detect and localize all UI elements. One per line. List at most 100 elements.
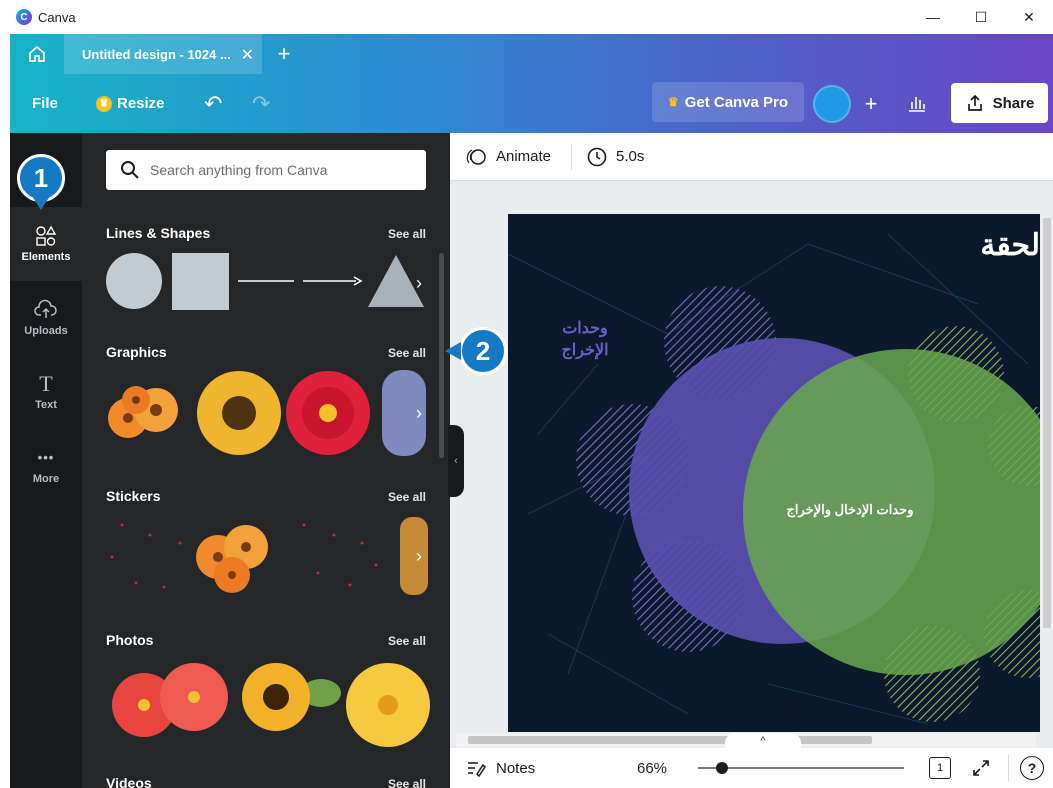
side-label: وحدات الإخراج	[552, 318, 618, 362]
divider	[571, 143, 573, 170]
close-window-button[interactable]: ✕	[1005, 0, 1053, 34]
search-icon	[121, 161, 139, 179]
context-toolbar: Animate 5.0s	[450, 133, 1053, 181]
section-title-graphics: Graphics	[106, 344, 167, 360]
share-label: Share	[992, 94, 1035, 112]
photos-row[interactable]	[106, 657, 436, 749]
see-all-videos[interactable]: See all	[388, 777, 426, 788]
tab-close-icon[interactable]: ✕	[241, 45, 254, 65]
show-pages-button[interactable]: ^	[725, 733, 801, 749]
animate-button[interactable]: Animate	[466, 146, 551, 168]
center-label: وحدات الإدخال والإخراج	[786, 502, 914, 517]
duration-button[interactable]: 5.0s	[586, 146, 644, 168]
cloud-upload-icon	[34, 299, 57, 318]
scroll-right-icon[interactable]: ›	[416, 546, 422, 567]
callout-1-pointer	[32, 196, 50, 210]
orange-flowers-sticker	[196, 525, 268, 593]
scroll-right-icon[interactable]: ›	[416, 403, 422, 424]
design-heading: لحقة	[980, 229, 1040, 262]
callout-number: 2	[475, 335, 491, 366]
section-title-lines-shapes: Lines & Shapes	[106, 225, 211, 241]
rail-item-uploads[interactable]: Uploads	[10, 281, 82, 355]
side-rail: Elements Uploads T Text ••• More	[10, 133, 82, 788]
zoom-slider-track[interactable]	[698, 767, 904, 769]
file-menu-button[interactable]: File	[32, 74, 58, 133]
rail-label: Text	[35, 399, 57, 411]
duration-label: 5.0s	[616, 148, 645, 165]
maximize-button[interactable]: ☐	[957, 0, 1005, 34]
wood-sticker	[400, 517, 428, 595]
share-icon	[967, 94, 982, 111]
rail-label: Uploads	[24, 325, 68, 337]
window-controls: — ☐ ✕	[909, 0, 1053, 34]
tab-untitled-design[interactable]: Untitled design - 1024 ... ✕	[64, 34, 262, 74]
canvas-vertical-scrollbar[interactable]	[1043, 218, 1051, 628]
orange-flowers-graphic	[108, 386, 178, 438]
new-tab-button[interactable]: +	[262, 34, 306, 74]
red-hibiscus-photo	[112, 663, 228, 737]
minimize-button[interactable]: —	[909, 0, 957, 34]
toolbar: File ♛ Resize ↶ ↷ ♛ Get Canva Pro + Shar…	[10, 74, 1053, 133]
help-button[interactable]: ?	[1020, 756, 1044, 780]
editor-header: Untitled design - 1024 ... ✕ + File ♛ Re…	[10, 34, 1053, 133]
callout-2-pointer	[445, 342, 461, 360]
see-all-stickers[interactable]: See all	[388, 490, 426, 504]
collapse-panel-button[interactable]: ‹	[448, 425, 464, 497]
crown-icon: ♛	[96, 95, 112, 112]
see-all-photos[interactable]: See all	[388, 634, 426, 648]
resize-button[interactable]: ♛ Resize	[96, 74, 165, 133]
circle-shape	[106, 253, 162, 309]
search-placeholder: Search anything from Canva	[150, 162, 328, 178]
title-bar: C Canva — ☐ ✕	[0, 0, 1053, 34]
tab-row: Untitled design - 1024 ... ✕ +	[10, 34, 1053, 74]
rail-label: Elements	[21, 251, 71, 263]
yellow-flower-photo	[346, 663, 430, 747]
zoom-slider-handle[interactable]	[716, 762, 728, 774]
see-all-graphics[interactable]: See all	[388, 346, 426, 360]
page-count-button[interactable]: 1	[929, 757, 951, 779]
bar-chart-icon	[909, 97, 925, 112]
see-all-lines-shapes[interactable]: See all	[388, 227, 426, 241]
redo-button[interactable]: ↷	[252, 74, 270, 133]
rail-item-elements[interactable]: Elements	[10, 207, 82, 281]
rail-item-more[interactable]: ••• More	[10, 429, 82, 503]
home-button[interactable]	[10, 34, 64, 74]
home-icon	[29, 45, 45, 62]
rail-item-text[interactable]: T Text	[10, 355, 82, 429]
stickers-row[interactable]	[106, 517, 436, 597]
design-canvas[interactable]: لحقة وحدات الإخراج وحدات الإدخال والإخرا…	[508, 214, 1040, 732]
insights-button[interactable]	[900, 84, 934, 122]
resize-label: Resize	[117, 95, 165, 112]
square-shape	[172, 253, 229, 310]
shapes-icon	[36, 225, 57, 246]
animate-label: Animate	[496, 148, 552, 165]
more-icon: •••	[37, 450, 55, 465]
window-title: Canva	[38, 9, 76, 25]
callout-1: 1	[17, 154, 65, 202]
crown-icon: ♛	[667, 95, 679, 109]
search-input[interactable]: Search anything from Canva	[106, 150, 426, 190]
side-label-line2: الإخراج	[561, 342, 609, 359]
editor-footer: Notes 66% 1 ?	[450, 748, 1053, 788]
horizontal-scroll-thumb[interactable]	[468, 736, 872, 744]
avatar[interactable]	[813, 85, 851, 123]
animate-icon	[466, 148, 486, 165]
add-collaborator-button[interactable]: +	[856, 87, 886, 121]
callout-number: 1	[33, 162, 49, 193]
notes-button[interactable]: Notes	[466, 759, 535, 777]
shapes-row[interactable]	[106, 251, 436, 313]
undo-button[interactable]: ↶	[204, 74, 222, 133]
scroll-right-icon[interactable]: ›	[416, 273, 422, 294]
notes-label: Notes	[496, 759, 536, 777]
section-title-stickers: Stickers	[106, 488, 161, 504]
panel-scrollbar[interactable]	[439, 253, 444, 458]
get-canva-pro-button[interactable]: ♛ Get Canva Pro	[652, 82, 804, 122]
fullscreen-icon[interactable]	[971, 758, 991, 778]
canvas-area: Animate 5.0s لحقة وحدات الإخراج وحدات ال…	[450, 133, 1053, 788]
sunflower-graphic	[197, 371, 281, 455]
elements-panel: Search anything from Canva Lines & Shape…	[82, 133, 450, 788]
share-button[interactable]: Share	[951, 83, 1048, 123]
zoom-level[interactable]: 66%	[637, 760, 667, 777]
canva-logo-icon: C	[16, 9, 32, 25]
graphics-row[interactable]	[106, 368, 436, 460]
